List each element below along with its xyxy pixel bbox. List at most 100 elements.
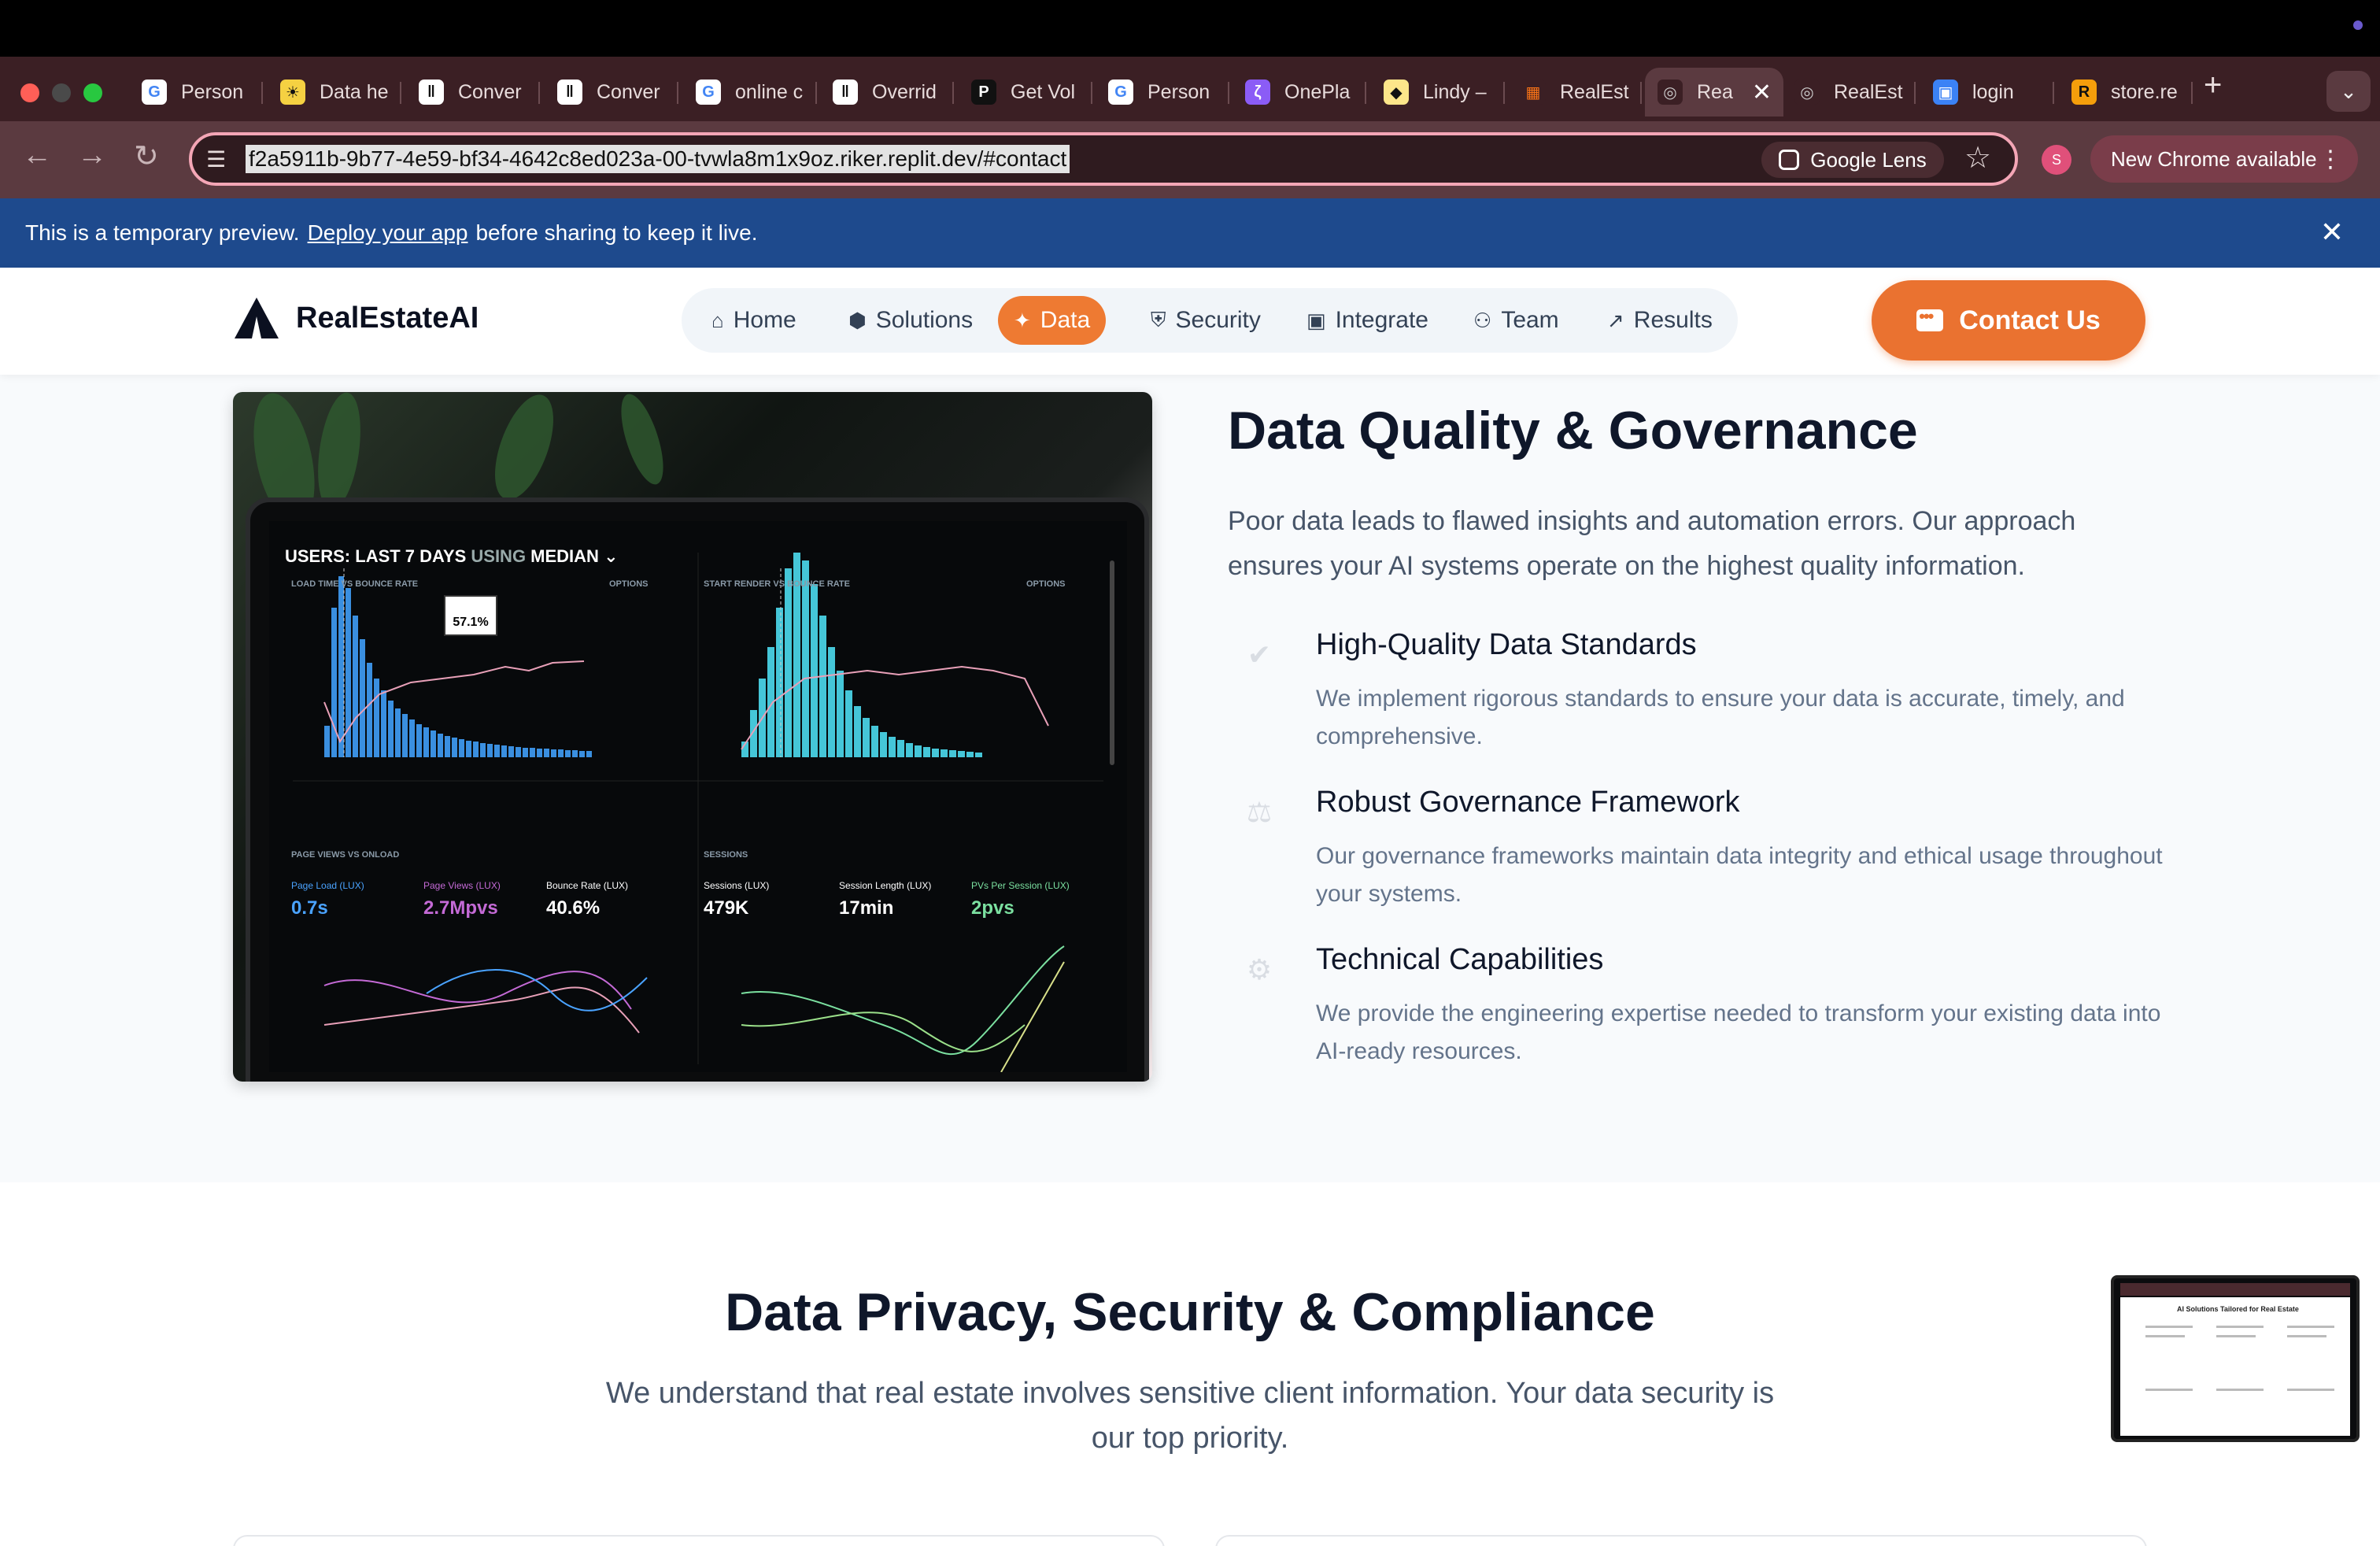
histogram-bar	[381, 690, 386, 757]
nav-item-home[interactable]: ⌂ Home	[696, 296, 812, 345]
histogram-bar	[501, 745, 507, 757]
chat-icon	[1916, 306, 1944, 331]
deploy-link[interactable]: Deploy your app	[308, 220, 468, 246]
browser-tab[interactable]: ‖ Overrid	[820, 68, 954, 117]
nav-item-security[interactable]: ⛨ Security	[1135, 296, 1277, 345]
histogram-bar	[395, 708, 401, 757]
histogram-bar	[324, 726, 330, 757]
maximize-window-button[interactable]	[83, 83, 102, 102]
privacy-card	[233, 1535, 1165, 1546]
nav-item-integrate[interactable]: ▣ Integrate	[1291, 296, 1444, 345]
pvs-line	[1000, 961, 1065, 1072]
tab-title: Conver	[458, 80, 522, 103]
browser-tab[interactable]: Gonline c	[683, 68, 817, 117]
nav-item-label: Security	[1175, 307, 1261, 333]
dashboard-title-part: USERS:	[285, 546, 356, 566]
browser-tab[interactable]: ‖ Conver	[545, 68, 678, 117]
browser-tab[interactable]: P Get Vol	[959, 68, 1092, 117]
feature-description: Our governance frameworks maintain data …	[1316, 843, 2163, 907]
panel-label: LOAD TIME VS BOUNCE RATE	[291, 579, 419, 589]
feature-title: High-Quality Data Standards	[1316, 628, 1697, 661]
logo-mark-icon	[235, 298, 279, 338]
nav-item-team[interactable]: ⚇ Team	[1458, 296, 1575, 345]
browser-tab[interactable]: ▦ RealEst	[1508, 68, 1642, 117]
back-arrow-icon[interactable]: ←	[22, 139, 52, 172]
browser-tab[interactable]: Rstore.re	[2059, 68, 2193, 117]
dashboard-scrollbar	[1110, 560, 1114, 765]
section-title: Data Quality & Governance	[1228, 401, 1918, 460]
histogram-bar	[487, 744, 493, 757]
laptop-screen	[269, 521, 1127, 1072]
chip-icon: ▣	[1306, 308, 1326, 332]
tab-separator	[1640, 82, 1642, 104]
panel-label: SESSIONS	[704, 850, 748, 860]
system-menu-bar	[0, 0, 2380, 57]
histogram-bar	[785, 568, 792, 757]
histogram-bar	[516, 747, 521, 757]
metric-label: Page Load (LUX)	[291, 880, 364, 891]
new-tab-button[interactable]: +	[2204, 68, 2222, 103]
tab-title: Conver	[597, 80, 660, 103]
reload-icon[interactable]: ↻	[134, 139, 159, 174]
browser-tab[interactable]: ◆ Lindy –	[1371, 68, 1505, 117]
pip-text-line	[2287, 1389, 2334, 1391]
url-text[interactable]: f2a5911b-9b77-4e59-bf34-4642c8ed023a-00-…	[246, 145, 1070, 173]
browser-tab[interactable]: ‖ Conver	[406, 68, 540, 117]
browser-tab[interactable]: ▣ login	[1920, 68, 2054, 117]
picture-in-picture-preview[interactable]: AI Solutions Tailored for Real Estate	[2111, 1275, 2360, 1442]
nav-item-results[interactable]: ↗ Results	[1591, 296, 1728, 345]
histogram-bar	[975, 753, 982, 757]
tab-search-button[interactable]: ⌄	[2326, 71, 2371, 112]
histogram-bar	[863, 718, 870, 757]
dashboard-title-part: USING	[466, 546, 531, 566]
privacy-title: Data Privacy, Security & Compliance	[725, 1282, 1655, 1342]
profile-avatar[interactable]: S	[2042, 145, 2071, 175]
tab-title: RealEst	[1834, 80, 1903, 103]
browser-tab[interactable]: ◎ RealEst	[1782, 68, 1916, 117]
close-tab-icon[interactable]: ✕	[1752, 79, 1772, 106]
close-window-button[interactable]	[20, 83, 39, 102]
forward-arrow-icon[interactable]: →	[77, 139, 107, 172]
histogram-bar	[958, 751, 965, 757]
nav-item-solutions[interactable]: ⬢ Solutions	[833, 296, 989, 345]
banner-text-after: before sharing to keep it live.	[475, 220, 758, 245]
sessions-line	[741, 945, 1065, 1056]
metric-value: 40.6%	[546, 897, 601, 919]
google-icon: G	[142, 80, 167, 105]
histogram-bar	[819, 616, 826, 757]
google-lens-button[interactable]: Google Lens	[1761, 142, 1944, 178]
nav-item-label: Integrate	[1335, 307, 1428, 333]
site-settings-icon[interactable]: ☰	[206, 146, 226, 172]
bookmark-star-icon[interactable]: ☆	[1964, 140, 1991, 176]
histogram-bar	[776, 608, 783, 757]
chrome-update-button[interactable]: New Chrome available ⋮	[2090, 135, 2358, 183]
banner-text-before: This is a temporary preview.	[25, 220, 300, 245]
globe-icon: ◎	[1794, 80, 1820, 105]
brand-logo[interactable]: RealEstateAI	[235, 298, 479, 338]
r-icon: R	[2071, 80, 2097, 105]
tab-separator	[538, 82, 540, 104]
tab-title: RealEst	[1560, 80, 1629, 103]
browser-tab[interactable]: G Person	[1096, 68, 1229, 117]
histogram-bar	[459, 739, 464, 757]
minimize-window-button[interactable]	[52, 83, 71, 102]
browser-tab[interactable]: ζ OnePla	[1232, 68, 1366, 117]
close-icon[interactable]: ✕	[2320, 216, 2344, 249]
browser-tab[interactable]: G Person	[129, 68, 263, 117]
privacy-section	[0, 1182, 2380, 1546]
histogram-bar	[966, 752, 974, 757]
histogram-bar	[802, 560, 809, 757]
tab-separator	[2053, 82, 2054, 104]
histogram-bar	[494, 745, 500, 757]
histogram-bar	[854, 706, 861, 757]
histogram-bar	[949, 750, 956, 757]
pip-text-line	[2216, 1335, 2256, 1337]
nav-item-data[interactable]: ✦ Data	[998, 296, 1107, 345]
panel-label: PAGE VIEWS VS ONLOAD	[291, 850, 400, 860]
contact-us-button[interactable]: Contact Us	[1872, 280, 2145, 361]
browser-tab[interactable]: ◎ Rea ✕	[1645, 68, 1783, 117]
histogram-bar	[537, 749, 542, 757]
plant-leaf	[482, 392, 566, 508]
histogram-bar	[572, 750, 578, 757]
browser-tab[interactable]: ☀ Data he	[268, 68, 401, 117]
